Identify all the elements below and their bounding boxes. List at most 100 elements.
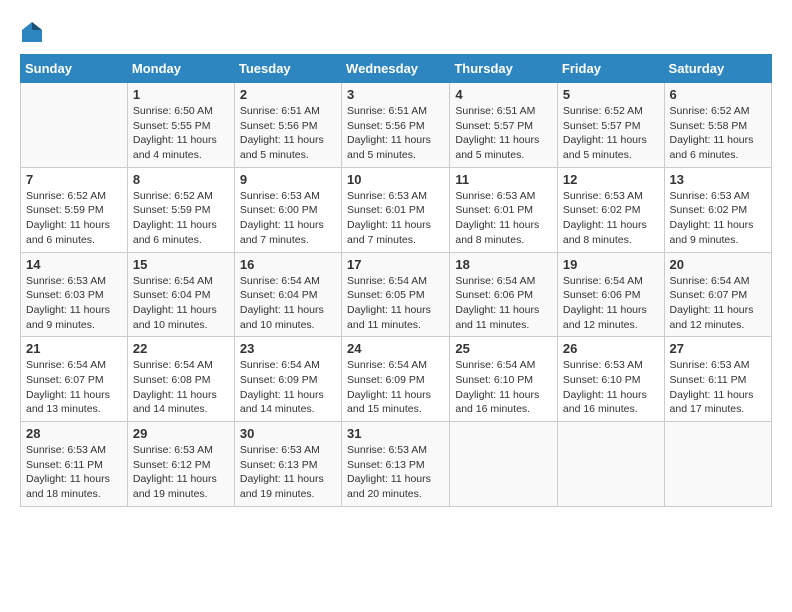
day-number: 22	[133, 341, 229, 356]
day-number: 17	[347, 257, 444, 272]
day-cell: 1Sunrise: 6:50 AM Sunset: 5:55 PM Daylig…	[127, 83, 234, 168]
day-cell: 13 Sunrise: 6:53 AM Sunset: 6:02 PM Dayli…	[664, 167, 771, 252]
day-cell: 26Sunrise: 6:53 AM Sunset: 6:10 PM Dayli…	[557, 337, 664, 422]
day-cell: 2 Sunrise: 6:51 AM Sunset: 5:56 PM Daylig…	[234, 83, 341, 168]
day-info: Sunrise: 6:53 AM Sunset: 6:10 PM Dayligh…	[563, 358, 659, 417]
day-number: 28	[26, 426, 122, 441]
day-info: Sunrise: 6:53 AM Sunset: 6:13 PM Dayligh…	[347, 443, 444, 502]
header-cell-wednesday: Wednesday	[342, 55, 450, 83]
day-cell: 18 Sunrise: 6:54 AM Sunset: 6:06 PM Dayli…	[450, 252, 558, 337]
day-number: 20	[670, 257, 766, 272]
day-number: 27	[670, 341, 766, 356]
logo	[20, 20, 46, 44]
day-number: 8	[133, 172, 229, 187]
logo-icon	[20, 20, 44, 44]
day-number: 18	[455, 257, 552, 272]
day-number: 14	[26, 257, 122, 272]
day-number: 5	[563, 87, 659, 102]
day-number: 25	[455, 341, 552, 356]
day-cell: 21 Sunrise: 6:54 AM Sunset: 6:07 PM Dayli…	[21, 337, 128, 422]
day-info: Sunrise: 6:54 AM Sunset: 6:09 PM Dayligh…	[347, 358, 444, 417]
day-number: 2	[240, 87, 336, 102]
day-info: Sunrise: 6:54 AM Sunset: 6:09 PM Dayligh…	[240, 358, 336, 417]
day-cell: 19Sunrise: 6:54 AM Sunset: 6:06 PM Dayli…	[557, 252, 664, 337]
day-cell	[664, 422, 771, 507]
day-number: 10	[347, 172, 444, 187]
day-number: 4	[455, 87, 552, 102]
day-number: 29	[133, 426, 229, 441]
day-cell: 22 Sunrise: 6:54 AM Sunset: 6:08 PM Dayli…	[127, 337, 234, 422]
day-info: Sunrise: 6:53 AM Sunset: 6:01 PM Dayligh…	[347, 189, 444, 248]
day-info: Sunrise: 6:52 AM Sunset: 5:58 PM Dayligh…	[670, 104, 766, 163]
day-cell: 15 Sunrise: 6:54 AM Sunset: 6:04 PM Dayli…	[127, 252, 234, 337]
day-cell: 27Sunrise: 6:53 AM Sunset: 6:11 PM Dayli…	[664, 337, 771, 422]
day-cell: 8Sunrise: 6:52 AM Sunset: 5:59 PM Daylig…	[127, 167, 234, 252]
day-cell: 9Sunrise: 6:53 AM Sunset: 6:00 PM Daylig…	[234, 167, 341, 252]
day-info: Sunrise: 6:53 AM Sunset: 6:12 PM Dayligh…	[133, 443, 229, 502]
day-number: 3	[347, 87, 444, 102]
day-cell: 4 Sunrise: 6:51 AM Sunset: 5:57 PM Daylig…	[450, 83, 558, 168]
week-row-4: 21 Sunrise: 6:54 AM Sunset: 6:07 PM Dayli…	[21, 337, 772, 422]
day-info: Sunrise: 6:53 AM Sunset: 6:02 PM Dayligh…	[670, 189, 766, 248]
header-cell-thursday: Thursday	[450, 55, 558, 83]
week-row-1: 1Sunrise: 6:50 AM Sunset: 5:55 PM Daylig…	[21, 83, 772, 168]
header-cell-sunday: Sunday	[21, 55, 128, 83]
day-cell	[21, 83, 128, 168]
day-info: Sunrise: 6:54 AM Sunset: 6:07 PM Dayligh…	[670, 274, 766, 333]
day-number: 11	[455, 172, 552, 187]
header-cell-monday: Monday	[127, 55, 234, 83]
day-cell: 23 Sunrise: 6:54 AM Sunset: 6:09 PM Dayli…	[234, 337, 341, 422]
day-number: 21	[26, 341, 122, 356]
day-info: Sunrise: 6:53 AM Sunset: 6:02 PM Dayligh…	[563, 189, 659, 248]
day-cell: 24 Sunrise: 6:54 AM Sunset: 6:09 PM Dayli…	[342, 337, 450, 422]
day-cell: 10 Sunrise: 6:53 AM Sunset: 6:01 PM Dayli…	[342, 167, 450, 252]
day-info: Sunrise: 6:54 AM Sunset: 6:07 PM Dayligh…	[26, 358, 122, 417]
day-number: 6	[670, 87, 766, 102]
day-info: Sunrise: 6:53 AM Sunset: 6:13 PM Dayligh…	[240, 443, 336, 502]
day-info: Sunrise: 6:53 AM Sunset: 6:03 PM Dayligh…	[26, 274, 122, 333]
day-number: 19	[563, 257, 659, 272]
day-number: 1	[133, 87, 229, 102]
header-row: SundayMondayTuesdayWednesdayThursdayFrid…	[21, 55, 772, 83]
day-info: Sunrise: 6:53 AM Sunset: 6:11 PM Dayligh…	[26, 443, 122, 502]
week-row-2: 7Sunrise: 6:52 AM Sunset: 5:59 PM Daylig…	[21, 167, 772, 252]
day-cell: 14 Sunrise: 6:53 AM Sunset: 6:03 PM Dayli…	[21, 252, 128, 337]
day-info: Sunrise: 6:51 AM Sunset: 5:57 PM Dayligh…	[455, 104, 552, 163]
day-info: Sunrise: 6:54 AM Sunset: 6:05 PM Dayligh…	[347, 274, 444, 333]
day-info: Sunrise: 6:54 AM Sunset: 6:06 PM Dayligh…	[455, 274, 552, 333]
day-cell: 31 Sunrise: 6:53 AM Sunset: 6:13 PM Dayli…	[342, 422, 450, 507]
day-info: Sunrise: 6:54 AM Sunset: 6:04 PM Dayligh…	[133, 274, 229, 333]
header-cell-tuesday: Tuesday	[234, 55, 341, 83]
page-header	[20, 20, 772, 44]
day-number: 12	[563, 172, 659, 187]
calendar-table: SundayMondayTuesdayWednesdayThursdayFrid…	[20, 54, 772, 507]
calendar-header: SundayMondayTuesdayWednesdayThursdayFrid…	[21, 55, 772, 83]
day-number: 16	[240, 257, 336, 272]
day-cell: 28 Sunrise: 6:53 AM Sunset: 6:11 PM Dayli…	[21, 422, 128, 507]
day-number: 15	[133, 257, 229, 272]
day-cell: 30 Sunrise: 6:53 AM Sunset: 6:13 PM Dayli…	[234, 422, 341, 507]
day-cell: 5 Sunrise: 6:52 AM Sunset: 5:57 PM Daylig…	[557, 83, 664, 168]
day-info: Sunrise: 6:54 AM Sunset: 6:04 PM Dayligh…	[240, 274, 336, 333]
day-cell: 11Sunrise: 6:53 AM Sunset: 6:01 PM Dayli…	[450, 167, 558, 252]
day-cell: 12 Sunrise: 6:53 AM Sunset: 6:02 PM Dayli…	[557, 167, 664, 252]
day-number: 23	[240, 341, 336, 356]
day-info: Sunrise: 6:54 AM Sunset: 6:08 PM Dayligh…	[133, 358, 229, 417]
day-number: 7	[26, 172, 122, 187]
day-number: 24	[347, 341, 444, 356]
day-info: Sunrise: 6:52 AM Sunset: 5:57 PM Dayligh…	[563, 104, 659, 163]
day-number: 31	[347, 426, 444, 441]
day-cell: 16 Sunrise: 6:54 AM Sunset: 6:04 PM Dayli…	[234, 252, 341, 337]
calendar-body: 1Sunrise: 6:50 AM Sunset: 5:55 PM Daylig…	[21, 83, 772, 507]
day-number: 13	[670, 172, 766, 187]
day-cell: 3Sunrise: 6:51 AM Sunset: 5:56 PM Daylig…	[342, 83, 450, 168]
day-cell: 6 Sunrise: 6:52 AM Sunset: 5:58 PM Daylig…	[664, 83, 771, 168]
header-cell-friday: Friday	[557, 55, 664, 83]
day-number: 30	[240, 426, 336, 441]
week-row-3: 14 Sunrise: 6:53 AM Sunset: 6:03 PM Dayli…	[21, 252, 772, 337]
week-row-5: 28 Sunrise: 6:53 AM Sunset: 6:11 PM Dayli…	[21, 422, 772, 507]
day-cell: 7Sunrise: 6:52 AM Sunset: 5:59 PM Daylig…	[21, 167, 128, 252]
day-number: 9	[240, 172, 336, 187]
day-info: Sunrise: 6:51 AM Sunset: 5:56 PM Dayligh…	[240, 104, 336, 163]
header-cell-saturday: Saturday	[664, 55, 771, 83]
